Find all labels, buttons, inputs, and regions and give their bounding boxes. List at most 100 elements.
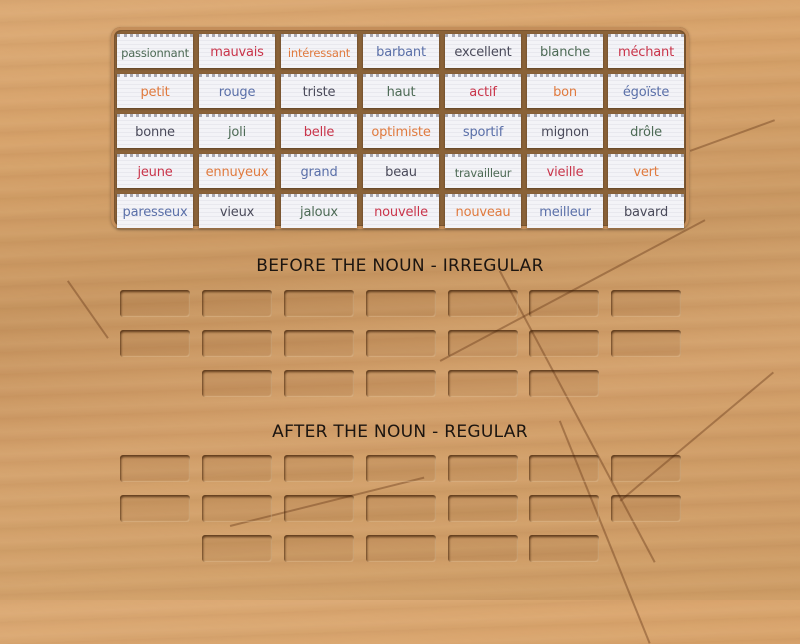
drop-slot[interactable]	[202, 330, 272, 357]
drop-slot[interactable]	[202, 495, 272, 522]
word-card-label: ennuyeux	[205, 165, 269, 180]
drop-slot[interactable]	[202, 290, 272, 317]
word-card-label: blanche	[539, 45, 591, 60]
word-card[interactable]: nouveau	[445, 194, 521, 228]
word-card[interactable]: ennuyeux	[199, 154, 275, 188]
word-card[interactable]: actif	[445, 74, 521, 108]
drop-slot[interactable]	[202, 370, 272, 397]
word-card[interactable]: barbant	[363, 34, 439, 68]
drop-slot[interactable]	[284, 535, 354, 562]
word-card-label: mignon	[541, 125, 589, 140]
word-card-label: beau	[385, 165, 417, 180]
word-card[interactable]: vert	[608, 154, 684, 188]
word-card[interactable]: vieux	[199, 194, 275, 228]
word-card-label: nouveau	[455, 205, 511, 220]
word-card[interactable]: mignon	[527, 114, 603, 148]
drop-slot[interactable]	[448, 455, 518, 482]
word-card-label: mauvais	[210, 45, 264, 60]
drop-slot[interactable]	[284, 290, 354, 317]
word-card-label: petit	[140, 85, 170, 100]
wood-scratch	[559, 420, 651, 644]
drop-slot[interactable]	[366, 290, 436, 317]
drop-slot[interactable]	[529, 455, 599, 482]
drop-slot[interactable]	[529, 330, 599, 357]
drop-slot[interactable]	[448, 495, 518, 522]
word-card[interactable]: triste	[281, 74, 357, 108]
drop-slot[interactable]	[611, 455, 681, 482]
word-card-label: égoïste	[622, 85, 670, 100]
drop-slot[interactable]	[366, 455, 436, 482]
word-card-label: joli	[228, 125, 246, 140]
drop-slot[interactable]	[202, 535, 272, 562]
word-card-label: meilleur	[539, 205, 591, 220]
drop-slot[interactable]	[448, 290, 518, 317]
word-card-label: rouge	[218, 85, 256, 100]
word-card-label: excellent	[454, 45, 512, 60]
drop-slot[interactable]	[366, 330, 436, 357]
word-card[interactable]: intéressant	[281, 34, 357, 68]
word-card[interactable]: passionnant	[117, 34, 193, 68]
word-card-label: méchant	[618, 45, 674, 60]
word-card[interactable]: excellent	[445, 34, 521, 68]
word-card[interactable]: paresseux	[117, 194, 193, 228]
word-card[interactable]: bonne	[117, 114, 193, 148]
word-card-label: haut	[386, 85, 416, 100]
word-card[interactable]: blanche	[527, 34, 603, 68]
drop-slot[interactable]	[202, 455, 272, 482]
drop-slot[interactable]	[120, 330, 190, 357]
drop-slot[interactable]	[529, 535, 599, 562]
word-card-label: jaloux	[300, 205, 338, 220]
word-card-label: travailleur	[454, 165, 512, 180]
word-card[interactable]: jeune	[117, 154, 193, 188]
drop-slot[interactable]	[284, 455, 354, 482]
drop-slot[interactable]	[120, 455, 190, 482]
word-card[interactable]: rouge	[199, 74, 275, 108]
word-card[interactable]: meilleur	[527, 194, 603, 228]
word-card-label: optimiste	[371, 125, 431, 140]
group-heading-after: AFTER THE NOUN - REGULAR	[272, 422, 528, 442]
drop-slot[interactable]	[448, 330, 518, 357]
word-card[interactable]: belle	[281, 114, 357, 148]
word-card[interactable]: méchant	[608, 34, 684, 68]
word-card-label: sportif	[462, 125, 504, 140]
drop-slot[interactable]	[448, 535, 518, 562]
drop-slot[interactable]	[366, 535, 436, 562]
word-card-label: triste	[302, 85, 336, 100]
drop-slot[interactable]	[529, 290, 599, 317]
drop-slot[interactable]	[448, 370, 518, 397]
drop-slot[interactable]	[611, 290, 681, 317]
drop-slot[interactable]	[120, 290, 190, 317]
word-card[interactable]: égoïste	[608, 74, 684, 108]
word-card-label: jeune	[137, 165, 173, 180]
drop-slot[interactable]	[284, 370, 354, 397]
word-card[interactable]: grand	[281, 154, 357, 188]
word-card-label: bon	[553, 85, 577, 100]
word-card[interactable]: joli	[199, 114, 275, 148]
word-card[interactable]: bon	[527, 74, 603, 108]
word-card[interactable]: optimiste	[363, 114, 439, 148]
word-card[interactable]: bavard	[608, 194, 684, 228]
drop-slot[interactable]	[284, 495, 354, 522]
word-card[interactable]: drôle	[608, 114, 684, 148]
drop-slot[interactable]	[366, 370, 436, 397]
drop-slot[interactable]	[366, 495, 436, 522]
wood-scratch	[67, 280, 109, 339]
word-card-label: grand	[300, 165, 338, 180]
drop-slot[interactable]	[611, 330, 681, 357]
word-card[interactable]: haut	[363, 74, 439, 108]
word-card-label: bavard	[623, 205, 669, 220]
drop-slot[interactable]	[120, 495, 190, 522]
drop-slot[interactable]	[284, 330, 354, 357]
word-card[interactable]: nouvelle	[363, 194, 439, 228]
drop-slot[interactable]	[529, 370, 599, 397]
word-card[interactable]: sportif	[445, 114, 521, 148]
word-card[interactable]: jaloux	[281, 194, 357, 228]
word-card[interactable]: travailleur	[445, 154, 521, 188]
drop-slot[interactable]	[611, 495, 681, 522]
word-card[interactable]: beau	[363, 154, 439, 188]
word-card[interactable]: petit	[117, 74, 193, 108]
word-card[interactable]: mauvais	[199, 34, 275, 68]
drop-slot[interactable]	[529, 495, 599, 522]
word-card-label: bonne	[135, 125, 175, 140]
word-card[interactable]: vieille	[527, 154, 603, 188]
